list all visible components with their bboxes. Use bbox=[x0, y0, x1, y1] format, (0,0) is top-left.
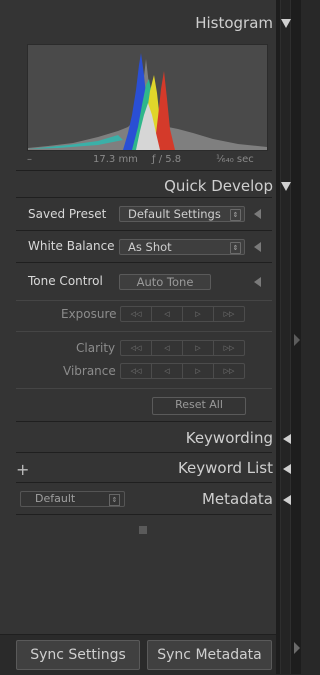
histogram-graph bbox=[27, 44, 268, 151]
chevron-down-icon bbox=[281, 19, 291, 28]
tone-control-label: Tone Control bbox=[28, 274, 103, 288]
scroll-arrow-icon[interactable] bbox=[294, 642, 300, 654]
divider bbox=[16, 421, 272, 422]
chevron-left-icon bbox=[283, 494, 291, 505]
clarity-large-decrease[interactable]: ◁◁ bbox=[121, 341, 152, 355]
clarity-stepper[interactable]: ◁◁ ◁ ▷ ▷▷ bbox=[120, 340, 245, 356]
saved-preset-label: Saved Preset bbox=[28, 207, 107, 221]
quick-develop-header[interactable]: Quick Develop bbox=[164, 177, 291, 195]
scrollbar-track[interactable] bbox=[280, 0, 291, 674]
divider bbox=[16, 482, 272, 483]
histogram-info: – 17.3 mm ƒ / 5.8 ¹⁄₆₄₀ sec bbox=[27, 150, 266, 170]
add-keyword-icon[interactable]: + bbox=[16, 460, 29, 479]
vibrance-stepper[interactable]: ◁◁ ◁ ▷ ▷▷ bbox=[120, 363, 245, 379]
divider bbox=[16, 331, 272, 332]
vibrance-large-increase[interactable]: ▷▷ bbox=[214, 364, 244, 378]
divider bbox=[16, 300, 272, 301]
histogram-header[interactable]: Histogram bbox=[195, 14, 291, 32]
vibrance-increase[interactable]: ▷ bbox=[183, 364, 214, 378]
saved-preset-dropdown[interactable]: Default Settings ⇕ bbox=[119, 206, 245, 222]
histogram-dash: – bbox=[27, 154, 32, 165]
keyword-list-header[interactable]: Keyword List bbox=[178, 459, 291, 477]
sync-settings-button[interactable]: Sync Settings bbox=[16, 640, 140, 670]
clarity-large-increase[interactable]: ▷▷ bbox=[214, 341, 244, 355]
metadata-header[interactable]: Metadata bbox=[202, 490, 291, 508]
clarity-increase[interactable]: ▷ bbox=[183, 341, 214, 355]
disclosure-icon[interactable] bbox=[254, 277, 261, 287]
reset-all-button[interactable]: Reset All bbox=[152, 397, 246, 415]
chevron-down-icon bbox=[281, 182, 291, 191]
vibrance-label: Vibrance bbox=[63, 364, 116, 378]
saved-preset-value: Default Settings bbox=[128, 207, 221, 221]
metadata-preset-dropdown[interactable]: Default ⇕ bbox=[20, 491, 125, 507]
divider bbox=[16, 262, 272, 263]
white-balance-dropdown[interactable]: As Shot ⇕ bbox=[119, 239, 245, 255]
divider bbox=[16, 197, 272, 198]
divider bbox=[16, 388, 272, 389]
vibrance-large-decrease[interactable]: ◁◁ bbox=[121, 364, 152, 378]
metadata-preset-value: Default bbox=[35, 492, 76, 505]
keywording-header[interactable]: Keywording bbox=[186, 429, 291, 447]
white-balance-label: White Balance bbox=[28, 239, 115, 253]
clarity-decrease[interactable]: ◁ bbox=[152, 341, 183, 355]
chevron-left-icon bbox=[283, 433, 291, 444]
divider bbox=[16, 230, 272, 231]
spinner-icon: ⇕ bbox=[230, 242, 241, 254]
divider bbox=[16, 514, 272, 515]
clarity-label: Clarity bbox=[76, 341, 116, 355]
exposure-stepper[interactable]: ◁◁ ◁ ▷ ▷▷ bbox=[120, 306, 245, 322]
exposure-label: Exposure bbox=[61, 307, 117, 321]
white-balance-value: As Shot bbox=[128, 240, 172, 254]
disclosure-icon[interactable] bbox=[254, 209, 261, 219]
sync-metadata-button[interactable]: Sync Metadata bbox=[147, 640, 272, 670]
vibrance-decrease[interactable]: ◁ bbox=[152, 364, 183, 378]
disclosure-icon[interactable] bbox=[254, 242, 261, 252]
panel-end-marker-icon bbox=[139, 526, 147, 534]
aperture: ƒ / 5.8 bbox=[152, 154, 182, 165]
focal-length: 17.3 mm bbox=[93, 154, 138, 165]
quick-develop-title: Quick Develop bbox=[164, 177, 273, 195]
spinner-icon: ⇕ bbox=[109, 494, 120, 506]
exposure-large-decrease[interactable]: ◁◁ bbox=[121, 307, 152, 321]
keyword-list-title: Keyword List bbox=[177, 459, 273, 477]
divider bbox=[16, 170, 272, 171]
chevron-left-icon bbox=[283, 463, 291, 474]
spinner-icon: ⇕ bbox=[230, 209, 241, 221]
auto-tone-button[interactable]: Auto Tone bbox=[119, 274, 211, 290]
keywording-title: Keywording bbox=[185, 429, 273, 447]
metadata-title: Metadata bbox=[201, 490, 273, 508]
exposure-large-increase[interactable]: ▷▷ bbox=[214, 307, 244, 321]
collapse-panel-arrow-icon[interactable] bbox=[294, 334, 300, 346]
shutter-speed: ¹⁄₆₄₀ sec bbox=[216, 154, 254, 165]
exposure-increase[interactable]: ▷ bbox=[183, 307, 214, 321]
divider bbox=[16, 452, 272, 453]
histogram-title: Histogram bbox=[195, 14, 273, 32]
exposure-decrease[interactable]: ◁ bbox=[152, 307, 183, 321]
